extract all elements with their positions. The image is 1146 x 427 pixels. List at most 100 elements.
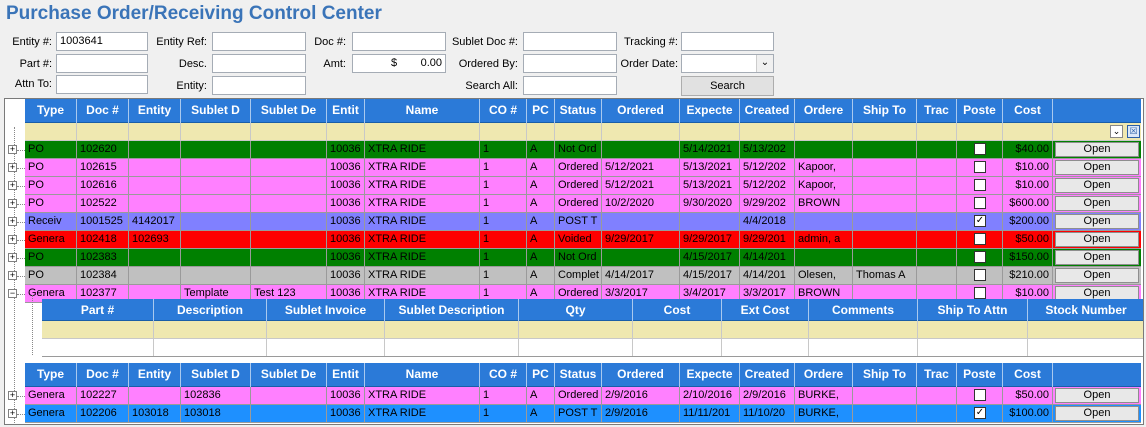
expand-icon[interactable]: +	[8, 271, 17, 280]
column-header-expecte[interactable]: Expecte	[680, 99, 740, 123]
column-header-type[interactable]: Type	[25, 363, 77, 387]
child-filter-cell[interactable]	[633, 321, 722, 339]
filter-cell[interactable]	[602, 123, 680, 141]
filter-clear-icon[interactable]: ☒	[1127, 125, 1140, 138]
attn-to-input[interactable]	[56, 75, 148, 94]
column-header-ship-to[interactable]: Ship To	[853, 99, 917, 123]
filter-cell[interactable]	[795, 123, 853, 141]
filter-cell[interactable]	[480, 123, 527, 141]
table-row[interactable]: PO 102383 10036 XTRA RIDE 1 A Not Ord 4/15/2017…	[25, 249, 1141, 267]
filter-cell[interactable]	[25, 123, 77, 141]
column-header-created[interactable]: Created	[740, 99, 795, 123]
posted-checkbox[interactable]	[974, 179, 986, 191]
chevron-down-icon[interactable]: ⌄	[756, 55, 773, 72]
column-header-ordered[interactable]: Ordered	[602, 99, 680, 123]
child-column-header-stock-number[interactable]: Stock Number	[1028, 299, 1143, 321]
desc-input[interactable]	[212, 54, 306, 73]
expand-icon[interactable]: +	[8, 391, 17, 400]
column-header-pc[interactable]: PC	[527, 99, 555, 123]
open-button[interactable]: Open	[1055, 232, 1139, 247]
open-button[interactable]: Open	[1055, 142, 1139, 157]
posted-checkbox[interactable]	[974, 233, 986, 245]
column-header-ordere[interactable]: Ordere	[795, 363, 853, 387]
open-button[interactable]: Open	[1055, 160, 1139, 175]
filter-cell[interactable]	[680, 123, 740, 141]
column-header-sublet-de[interactable]: Sublet De	[251, 99, 327, 123]
filter-cell[interactable]	[853, 123, 917, 141]
filter-cell[interactable]	[327, 123, 365, 141]
table-row[interactable]: PO 102615 10036 XTRA RIDE 1 A Ordered 5/12/2021…	[25, 159, 1141, 177]
expand-icon[interactable]: +	[8, 235, 17, 244]
filter-cell[interactable]	[957, 123, 1003, 141]
child-filter-cell[interactable]	[918, 321, 1028, 339]
amt-input[interactable]: $ 0.00	[352, 54, 446, 73]
column-header-name[interactable]: Name	[365, 99, 480, 123]
column-header-status[interactable]: Status	[555, 363, 602, 387]
column-header-entit[interactable]: Entit	[327, 363, 365, 387]
column-header-sublet-d[interactable]: Sublet D	[181, 99, 251, 123]
child-filter-cell[interactable]	[42, 321, 154, 339]
expand-icon[interactable]: +	[8, 199, 17, 208]
column-header-co[interactable]: CO #	[480, 363, 527, 387]
child-column-header-comments[interactable]: Comments	[809, 299, 918, 321]
child-column-header-ship-to-attn[interactable]: Ship To Attn	[918, 299, 1028, 321]
child-column-header-description[interactable]: Description	[154, 299, 267, 321]
posted-checkbox[interactable]: ✓	[974, 407, 986, 419]
filter-cell[interactable]	[251, 123, 327, 141]
posted-checkbox[interactable]: ✓	[974, 215, 986, 227]
column-header-ordered[interactable]: Ordered	[602, 363, 680, 387]
entity-num-input[interactable]: 1003641	[56, 32, 148, 51]
column-header-poste[interactable]: Poste	[957, 99, 1003, 123]
table-row[interactable]: PO 102522 10036 XTRA RIDE 1 A Ordered 10/2/2020…	[25, 195, 1141, 213]
column-header-entit[interactable]: Entit	[327, 99, 365, 123]
posted-checkbox[interactable]	[974, 161, 986, 173]
column-header-co[interactable]: CO #	[480, 99, 527, 123]
table-row[interactable]: PO 102616 10036 XTRA RIDE 1 A Ordered 5/12/2021…	[25, 177, 1141, 195]
filter-row[interactable]: ⌄ ☒	[25, 123, 1141, 141]
column-header-sublet-d[interactable]: Sublet D	[181, 363, 251, 387]
child-filter-cell[interactable]	[385, 321, 519, 339]
child-filter-cell[interactable]	[154, 321, 267, 339]
table-row[interactable]: PO 102384 10036 XTRA RIDE 1 A Complet 4/14/2017…	[25, 267, 1141, 285]
child-filter-cell[interactable]	[722, 321, 809, 339]
column-header-expecte[interactable]: Expecte	[680, 363, 740, 387]
child-column-header-ext-cost[interactable]: Ext Cost	[722, 299, 809, 321]
part-num-input[interactable]	[56, 54, 148, 73]
posted-checkbox[interactable]	[974, 251, 986, 263]
expand-icon[interactable]: +	[8, 145, 17, 154]
column-header-entity[interactable]: Entity	[129, 363, 181, 387]
filter-cell[interactable]	[77, 123, 129, 141]
column-header-ship-to[interactable]: Ship To	[853, 363, 917, 387]
table-row[interactable]: Genera 102227 102836 10036 XTRA RIDE 1 A Ordere…	[25, 387, 1141, 405]
collapse-icon[interactable]: −	[8, 289, 17, 298]
child-column-header-qty[interactable]: Qty	[519, 299, 633, 321]
posted-checkbox[interactable]	[974, 287, 986, 299]
column-header-status[interactable]: Status	[555, 99, 602, 123]
filter-cell[interactable]	[1003, 123, 1053, 141]
filter-cell[interactable]	[181, 123, 251, 141]
table-row[interactable]: PO 102620 10036 XTRA RIDE 1 A Not Ord 5/14/2021…	[25, 141, 1141, 159]
search-button[interactable]: Search	[681, 76, 774, 96]
column-header-doc[interactable]: Doc #	[77, 363, 129, 387]
tracking-input[interactable]	[681, 32, 774, 51]
column-header-ordere[interactable]: Ordere	[795, 99, 853, 123]
column-header-doc[interactable]: Doc #	[77, 99, 129, 123]
ordered-by-input[interactable]	[523, 54, 617, 73]
expand-icon[interactable]: +	[8, 181, 17, 190]
child-filter-cell[interactable]	[267, 321, 385, 339]
entity-input[interactable]	[212, 76, 306, 95]
expand-icon[interactable]: +	[8, 409, 17, 418]
child-column-header-sublet-description[interactable]: Sublet Description	[385, 299, 519, 321]
entity-ref-input[interactable]	[212, 32, 306, 51]
filter-cell[interactable]	[527, 123, 555, 141]
filter-cell[interactable]	[365, 123, 480, 141]
column-header-cost[interactable]: Cost	[1003, 99, 1053, 123]
open-button[interactable]: Open	[1055, 250, 1139, 265]
posted-checkbox[interactable]	[974, 143, 986, 155]
child-column-header-cost[interactable]: Cost	[633, 299, 722, 321]
open-button[interactable]: Open	[1055, 178, 1139, 193]
column-header-poste[interactable]: Poste	[957, 363, 1003, 387]
column-header-trac[interactable]: Trac	[917, 99, 957, 123]
doc-num-input[interactable]	[352, 32, 446, 51]
open-button[interactable]: Open	[1055, 388, 1139, 403]
